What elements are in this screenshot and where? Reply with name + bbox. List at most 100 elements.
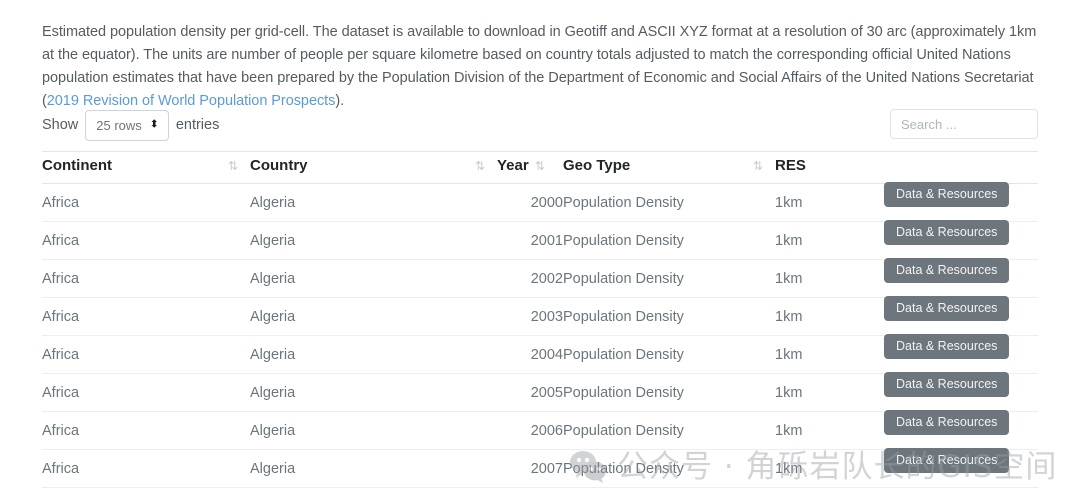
sort-icon: ⇅ bbox=[227, 159, 238, 173]
cell-res: 1km Data & Resources bbox=[775, 295, 1038, 336]
page-length-group: Show 25 rows ⬍ entries bbox=[42, 108, 219, 142]
page-root: Estimated population density per grid-ce… bbox=[0, 0, 1080, 504]
cell-year: 2007 bbox=[497, 449, 563, 488]
cell-geo-type: Population Density bbox=[563, 411, 775, 450]
cell-res-value: 1km bbox=[775, 232, 803, 249]
dataset-description: Estimated population density per grid-ce… bbox=[42, 21, 1038, 113]
action-cell: Data & Resources bbox=[884, 295, 1010, 321]
data-and-resources-button[interactable]: Data & Resources bbox=[884, 257, 1010, 283]
column-header-country-label: Country bbox=[250, 157, 308, 174]
table-body: Africa Algeria 2000 Population Density 1km Da… bbox=[42, 181, 1038, 488]
cell-country: Algeria bbox=[250, 411, 497, 450]
table-row: Africa Algeria 2003 Population Density 1km Da… bbox=[42, 295, 1038, 336]
cell-res-value: 1km bbox=[775, 346, 803, 363]
cell-geo-type: Population Density bbox=[563, 297, 775, 336]
sort-icon: ⇅ bbox=[474, 159, 485, 173]
action-cell: Data & Resources bbox=[884, 181, 1010, 207]
cell-res-value: 1km bbox=[775, 270, 803, 287]
cell-continent: Africa bbox=[42, 335, 250, 374]
cell-country: Algeria bbox=[250, 297, 497, 336]
cell-continent: Africa bbox=[42, 297, 250, 336]
cell-res-value: 1km bbox=[775, 422, 803, 439]
cell-continent: Africa bbox=[42, 183, 250, 222]
cell-res: 1km Data & Resources bbox=[775, 447, 1038, 488]
data-and-resources-button[interactable]: Data & Resources bbox=[884, 447, 1010, 473]
action-cell: Data & Resources bbox=[884, 219, 1010, 245]
cell-res: 1km Data & Resources bbox=[775, 257, 1038, 298]
cell-geo-type: Population Density bbox=[563, 221, 775, 260]
cell-continent: Africa bbox=[42, 221, 250, 260]
cell-geo-type: Population Density bbox=[563, 335, 775, 374]
data-and-resources-button[interactable]: Data & Resources bbox=[884, 181, 1010, 207]
cell-country: Algeria bbox=[250, 335, 497, 374]
description-text-part2: ). bbox=[335, 92, 345, 109]
cell-year: 2006 bbox=[497, 411, 563, 450]
column-header-geo-type[interactable]: Geo Type ⇅ bbox=[563, 151, 775, 184]
data-and-resources-button[interactable]: Data & Resources bbox=[884, 219, 1010, 245]
cell-country: Algeria bbox=[250, 259, 497, 298]
cell-geo-type: Population Density bbox=[563, 373, 775, 412]
table-row: Africa Algeria 2001 Population Density 1km Da… bbox=[42, 219, 1038, 260]
cell-res-value: 1km bbox=[775, 460, 803, 477]
cell-continent: Africa bbox=[42, 449, 250, 488]
action-cell: Data & Resources bbox=[884, 409, 1010, 435]
table-controls: Show 25 rows ⬍ entries bbox=[42, 108, 1038, 142]
cell-geo-type: Population Density bbox=[563, 449, 775, 488]
chevron-updown-icon: ⬍ bbox=[149, 118, 159, 131]
cell-res: 1km Data & Resources bbox=[775, 371, 1038, 412]
cell-year: 2002 bbox=[497, 259, 563, 298]
page-length-select[interactable]: 25 rows ⬍ bbox=[85, 109, 169, 141]
table-row: Africa Algeria 2007 Population Density 1km Da… bbox=[42, 447, 1038, 488]
cell-year: 2003 bbox=[497, 297, 563, 336]
cell-country: Algeria bbox=[250, 449, 497, 488]
action-cell: Data & Resources bbox=[884, 257, 1010, 283]
table-row: Africa Algeria 2004 Population Density 1km Da… bbox=[42, 333, 1038, 374]
action-cell: Data & Resources bbox=[884, 333, 1010, 359]
table-row: Africa Algeria 2000 Population Density 1km Da… bbox=[42, 181, 1038, 222]
cell-res: 1km Data & Resources bbox=[775, 219, 1038, 260]
column-header-continent[interactable]: Continent ⇅ bbox=[42, 151, 250, 184]
cell-geo-type: Population Density bbox=[563, 259, 775, 298]
search-input[interactable] bbox=[890, 109, 1038, 139]
column-header-continent-label: Continent bbox=[42, 157, 112, 174]
table-row: Africa Algeria 2006 Population Density 1km Da… bbox=[42, 409, 1038, 450]
data-and-resources-button[interactable]: Data & Resources bbox=[884, 371, 1010, 397]
cell-continent: Africa bbox=[42, 259, 250, 298]
column-header-res-label: RES bbox=[775, 157, 806, 174]
data-and-resources-button[interactable]: Data & Resources bbox=[884, 295, 1010, 321]
cell-res-value: 1km bbox=[775, 308, 803, 325]
table-row: Africa Algeria 2005 Population Density 1km Da… bbox=[42, 371, 1038, 412]
cell-res: 1km Data & Resources bbox=[775, 409, 1038, 450]
cell-continent: Africa bbox=[42, 411, 250, 450]
cell-res: 1km Data & Resources bbox=[775, 333, 1038, 374]
table-head: Continent ⇅ Country ⇅ Year ⇅ Geo Type ⇅ bbox=[42, 151, 1038, 184]
table-row: Africa Algeria 2002 Population Density 1km Da… bbox=[42, 257, 1038, 298]
cell-res-value: 1km bbox=[775, 194, 803, 211]
column-header-year[interactable]: Year ⇅ bbox=[497, 151, 563, 184]
cell-res: 1km Data & Resources bbox=[775, 181, 1038, 222]
data-and-resources-button[interactable]: Data & Resources bbox=[884, 333, 1010, 359]
world-population-prospects-link[interactable]: 2019 Revision of World Population Prospe… bbox=[47, 93, 336, 109]
sort-icon: ⇅ bbox=[534, 159, 545, 173]
page-length-value: 25 rows bbox=[96, 117, 142, 133]
dataset-table: Continent ⇅ Country ⇅ Year ⇅ Geo Type ⇅ bbox=[42, 151, 1038, 488]
entries-label: entries bbox=[175, 117, 220, 133]
cell-year: 2001 bbox=[497, 221, 563, 260]
cell-continent: Africa bbox=[42, 373, 250, 412]
cell-country: Algeria bbox=[250, 183, 497, 222]
cell-country: Algeria bbox=[250, 221, 497, 260]
cell-year: 2005 bbox=[497, 373, 563, 412]
column-header-country[interactable]: Country ⇅ bbox=[250, 151, 497, 184]
column-header-res[interactable]: RES bbox=[775, 151, 1038, 184]
datatable-wrapper: Continent ⇅ Country ⇅ Year ⇅ Geo Type ⇅ bbox=[42, 151, 1038, 488]
sort-icon: ⇅ bbox=[752, 159, 763, 173]
cell-res-value: 1km bbox=[775, 384, 803, 401]
show-label: Show bbox=[42, 117, 79, 133]
column-header-year-label: Year bbox=[497, 157, 529, 174]
data-and-resources-button[interactable]: Data & Resources bbox=[884, 409, 1010, 435]
cell-year: 2004 bbox=[497, 335, 563, 374]
column-header-geo-type-label: Geo Type bbox=[563, 157, 631, 174]
action-cell: Data & Resources bbox=[884, 447, 1010, 473]
cell-country: Algeria bbox=[250, 373, 497, 412]
action-cell: Data & Resources bbox=[884, 371, 1010, 397]
